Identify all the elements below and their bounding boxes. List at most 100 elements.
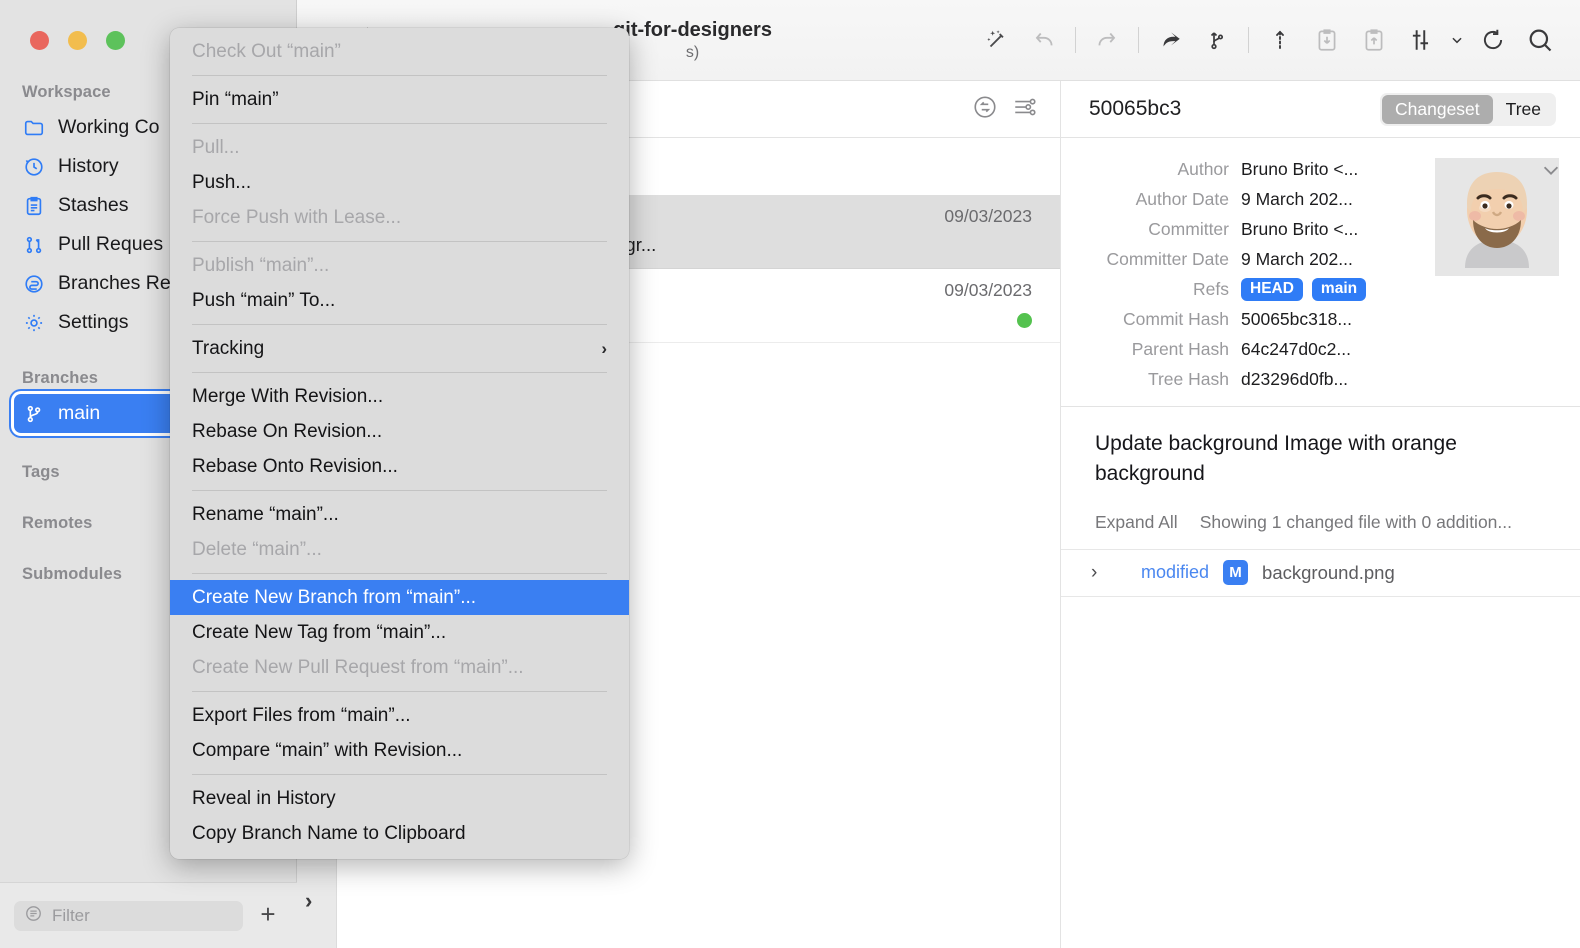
metadata-key: Author (1061, 159, 1241, 180)
filter-input[interactable]: Filter (14, 901, 243, 931)
menu-item-reveal-in-history[interactable]: Reveal in History (170, 781, 629, 816)
folder-icon (22, 116, 46, 140)
add-button[interactable]: + (253, 901, 283, 931)
sidebar-item-label: Pull Reques (58, 233, 163, 256)
menu-item-force-push-with-lease[interactable]: Force Push with Lease... (170, 200, 629, 235)
chevron-right-icon: › (601, 339, 607, 359)
metadata-key: Committer Date (1061, 249, 1241, 270)
menu-item-pin[interactable]: Pin “main” (170, 82, 629, 117)
branch-icon (22, 402, 46, 426)
metadata-key: Committer (1061, 219, 1241, 240)
menu-item-create-new-branch[interactable]: Create New Branch from “main”... (170, 580, 629, 615)
menu-item-rebase-on-revision[interactable]: Rebase On Revision... (170, 414, 629, 449)
menu-item-label: Tracking (192, 338, 264, 360)
details-panel: 50065bc3 Changeset Tree Author Bruno Bri… (1060, 81, 1580, 948)
menu-separator (192, 372, 607, 373)
metadata-row: Parent Hash 64c247d0c2... (1061, 334, 1421, 364)
menu-item-push[interactable]: Push... (170, 165, 629, 200)
menu-item-compare-with-revision[interactable]: Compare “main” with Revision... (170, 733, 629, 768)
metadata-key: Parent Hash (1061, 339, 1241, 360)
menu-item-create-new-pull-request[interactable]: Create New Pull Request from “main”... (170, 650, 629, 685)
close-button[interactable] (30, 31, 49, 50)
metadata-row: Refs HEAD main (1061, 274, 1421, 304)
toolbar-right-group (975, 18, 1580, 62)
file-status: modified (1141, 562, 1209, 583)
menu-item-merge-with-revision[interactable]: Merge With Revision... (170, 379, 629, 414)
ref-chip-head: HEAD (1241, 278, 1303, 301)
list-item[interactable]: › modified M background.png (1061, 549, 1580, 597)
push-up-clipboard-icon[interactable] (1352, 18, 1396, 62)
menu-separator (192, 490, 607, 491)
menu-item-tracking[interactable]: Tracking › (170, 331, 629, 366)
view-mode-segmented-control[interactable]: Changeset Tree (1380, 93, 1556, 126)
status-badge: M (1223, 560, 1248, 585)
clipboard-icon (22, 194, 46, 218)
menu-separator (192, 123, 607, 124)
expand-metadata-chevron-icon[interactable] (1540, 159, 1562, 187)
menu-item-copy-branch-name[interactable]: Copy Branch Name to Clipboard (170, 816, 629, 851)
metadata-value: 50065bc318... (1241, 309, 1352, 330)
refresh-icon[interactable] (1471, 18, 1515, 62)
sidebar-item-label: Working Co (58, 116, 160, 139)
undo-icon[interactable] (1022, 18, 1066, 62)
chevron-down-icon[interactable] (1446, 18, 1468, 62)
metadata-value: Bruno Brito <... (1241, 219, 1358, 240)
tab-changeset[interactable]: Changeset (1382, 95, 1493, 124)
toolbar-divider (1248, 27, 1249, 53)
menu-separator (192, 75, 607, 76)
filter-sliders-icon[interactable] (1012, 94, 1038, 125)
menu-item-check-out[interactable]: Check Out “main” (170, 34, 629, 69)
metadata-key: Commit Hash (1061, 309, 1241, 330)
metadata-key: Refs (1061, 279, 1241, 300)
menu-item-rename[interactable]: Rename “main”... (170, 497, 629, 532)
chevron-right-icon[interactable]: › (1091, 562, 1105, 584)
pull-down-clipboard-icon[interactable] (1305, 18, 1349, 62)
toolbar-divider (1138, 27, 1139, 53)
expand-all-link[interactable]: Expand All (1095, 512, 1178, 533)
branches-review-icon (22, 272, 46, 296)
metadata-row: Committer Bruno Brito <... (1061, 214, 1421, 244)
gear-icon (22, 311, 46, 335)
menu-item-push-to[interactable]: Push “main” To... (170, 283, 629, 318)
metadata-value: 9 March 202... (1241, 189, 1353, 210)
window-controls[interactable] (30, 31, 125, 50)
commit-date: 09/03/2023 (944, 280, 1032, 301)
filter-placeholder: Filter (52, 906, 90, 926)
menu-item-export-files[interactable]: Export Files from “main”... (170, 698, 629, 733)
checkout-icon[interactable] (1148, 18, 1192, 62)
menu-item-delete[interactable]: Delete “main”... (170, 532, 629, 567)
minimize-button[interactable] (68, 31, 87, 50)
tab-tree[interactable]: Tree (1493, 95, 1554, 124)
toolbar-divider (1075, 27, 1076, 53)
menu-separator (192, 324, 607, 325)
graph-expand-chevron-icon[interactable]: › (305, 888, 312, 914)
metadata-row: Author Bruno Brito <... (1061, 154, 1421, 184)
sidebar-item-label: Settings (58, 311, 128, 334)
metadata-row: Author Date 9 March 202... (1061, 184, 1421, 214)
menu-item-create-new-tag[interactable]: Create New Tag from “main”... (170, 615, 629, 650)
push-up-icon[interactable] (1258, 18, 1302, 62)
menu-separator (192, 691, 607, 692)
changed-files-summary: Showing 1 changed file with 0 addition..… (1200, 512, 1512, 533)
sidebar-item-label: Branches Re (58, 272, 171, 295)
commit-hash-short: 50065bc3 (1089, 97, 1181, 121)
clock-icon (22, 155, 46, 179)
status-dot (1017, 313, 1032, 328)
magic-wand-icon[interactable] (975, 18, 1019, 62)
menu-item-pull[interactable]: Pull... (170, 130, 629, 165)
commit-date: 09/03/2023 (944, 206, 1032, 227)
settings-sliders-icon[interactable] (1399, 18, 1443, 62)
metadata-value: 9 March 202... (1241, 249, 1353, 270)
merge-icon[interactable] (1195, 18, 1239, 62)
menu-item-publish[interactable]: Publish “main”... (170, 248, 629, 283)
search-icon[interactable] (1518, 18, 1562, 62)
maximize-button[interactable] (106, 31, 125, 50)
file-name: background.png (1262, 562, 1395, 584)
menu-item-rebase-onto-revision[interactable]: Rebase Onto Revision... (170, 449, 629, 484)
details-header: 50065bc3 Changeset Tree (1061, 81, 1580, 138)
diff-swap-icon[interactable] (972, 94, 998, 125)
menu-separator (192, 573, 607, 574)
branch-context-menu: Check Out “main” Pin “main” Pull... Push… (170, 28, 629, 859)
redo-icon[interactable] (1085, 18, 1129, 62)
ref-chip-main: main (1312, 278, 1366, 301)
